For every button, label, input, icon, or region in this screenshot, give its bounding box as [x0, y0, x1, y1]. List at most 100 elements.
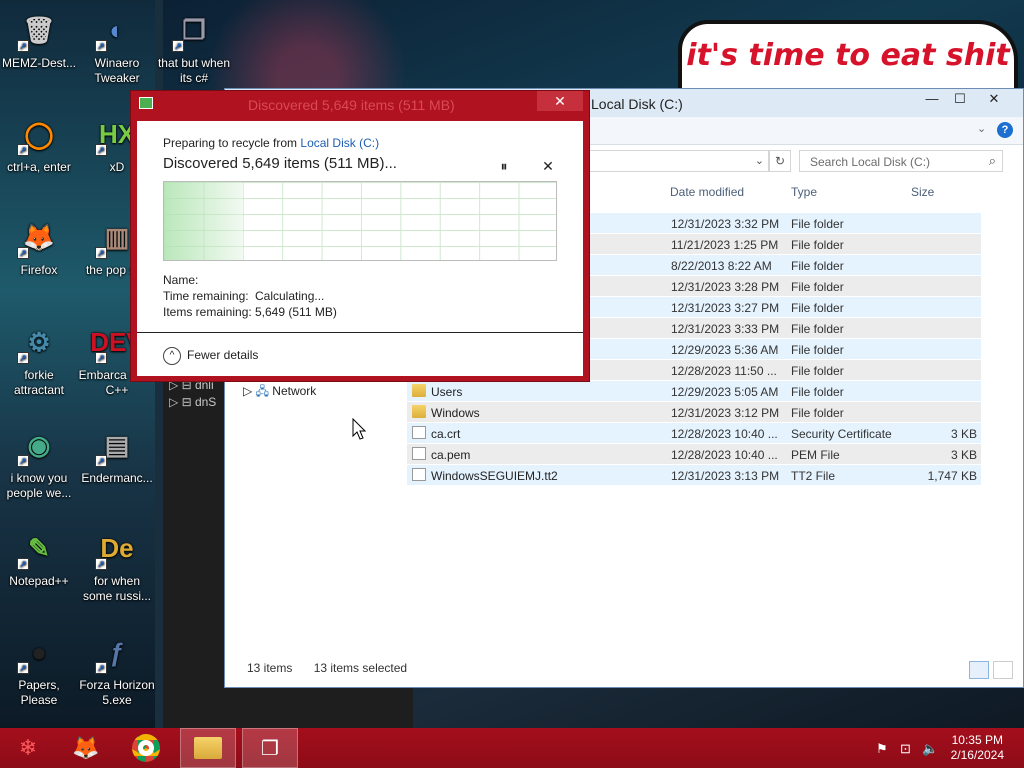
file-name: ca.pem: [431, 448, 471, 462]
pause-icon[interactable]: ⏸: [495, 157, 513, 175]
file-icon: [412, 447, 426, 460]
shortcut-arrow-icon: ↗: [95, 558, 107, 570]
flag-icon[interactable]: ⚑: [876, 741, 888, 757]
file-date: 12/31/2023 3:28 PM: [671, 280, 780, 294]
file-type: PEM File: [791, 448, 840, 462]
file-date: 12/31/2023 3:33 PM: [671, 322, 780, 336]
nav-network[interactable]: ▷ 🖧 Network: [243, 382, 316, 403]
details-view-button[interactable]: [969, 661, 989, 679]
source-link[interactable]: Local Disk (C:): [300, 136, 379, 150]
file-date: 12/29/2023 5:05 AM: [671, 385, 779, 399]
cancel-icon[interactable]: ✕: [539, 157, 557, 175]
file-name: Windows: [431, 406, 480, 420]
file-date: 12/31/2023 3:27 PM: [671, 301, 780, 315]
file-type: File folder: [791, 385, 844, 399]
col-date-modified[interactable]: Date modified: [670, 185, 744, 199]
shortcut-arrow-icon: ↗: [17, 144, 29, 156]
forkie-icon: ⚙ ↗: [17, 320, 61, 364]
desktop-icon[interactable]: ▤ ↗ Endermanc...: [78, 423, 156, 486]
chevron-down-icon[interactable]: ⌄: [755, 154, 764, 167]
taskbar-firefox[interactable]: 🦊: [58, 728, 114, 768]
meme-sign: it's time to eat shit: [678, 20, 1018, 95]
desktop-icon[interactable]: ● ↗ Papers, Please: [0, 630, 78, 708]
file-name: ca.crt: [431, 427, 461, 441]
clock[interactable]: 10:35 PM 2/16/2024: [951, 733, 1004, 763]
close-button[interactable]: ✕: [979, 89, 1009, 111]
desktop-icon[interactable]: ⚙ ↗ forkie attractant: [0, 320, 78, 398]
desktop-icon-label: i know you people we...: [6, 471, 72, 500]
file-date: 11/21/2023 1:25 PM: [671, 238, 779, 252]
desktop-icon-label: Endermanc...: [81, 471, 153, 485]
dialog-title: Discovered 5,649 items (511 MB): [248, 97, 455, 113]
firefox-icon: 🦊 ↗: [17, 215, 61, 259]
start-button[interactable]: ❄: [0, 728, 56, 768]
file-icon: [412, 468, 426, 481]
col-size[interactable]: Size: [911, 185, 934, 199]
desktop-icon[interactable]: ◯ ↗ ctrl+a, enter: [0, 112, 78, 175]
file-type: File folder: [791, 322, 844, 336]
progress-fill: [164, 182, 243, 260]
name-row: Name:: [163, 273, 199, 287]
start-icon: ❄: [18, 735, 38, 760]
file-row[interactable]: ca.crt 12/28/2023 10:40 ... Security Certi…: [407, 423, 981, 444]
taskbar: ❄ 🦊 ❐ ⚑ ⊡ 🔈 10:35 PM 2/16/2024: [0, 728, 1024, 768]
file-row[interactable]: WindowsSEGUIEMJ.tt2 12/31/2023 3:13 PM TT2…: [407, 465, 981, 486]
mouse-cursor-icon: [352, 418, 366, 440]
firefox-icon: 🦊: [72, 735, 100, 760]
desktop-icon[interactable]: ❐ ↗ that but when its c#: [155, 8, 233, 86]
col-type[interactable]: Type: [791, 185, 817, 199]
file-row[interactable]: Windows 12/31/2023 3:12 PM File folder: [407, 402, 981, 423]
status-bar: 13 items 13 items selected: [247, 661, 407, 675]
dialog-close-button[interactable]: ✕: [537, 91, 583, 111]
taskbar-explorer[interactable]: [180, 728, 236, 768]
search-input[interactable]: Search Local Disk (C:) ⌕: [799, 150, 1003, 172]
chrome-icon: ◉ ↗: [17, 423, 61, 467]
tree-row[interactable]: ▷ ⊟ dnS: [169, 395, 216, 409]
shortcut-arrow-icon: ↗: [95, 662, 107, 674]
help-icon[interactable]: ?: [997, 122, 1013, 138]
shortcut-arrow-icon: ↗: [95, 40, 107, 52]
taskbar-copy-dialog[interactable]: ❐: [242, 728, 298, 768]
file-type: File folder: [791, 301, 844, 315]
desktop-icon-label: that but when its c#: [157, 56, 231, 85]
large-icons-view-button[interactable]: [993, 661, 1013, 679]
dialog-titlebar[interactable]: Discovered 5,649 items (511 MB) ✕: [131, 91, 589, 117]
copy-icon: ❐: [261, 737, 279, 760]
papers-icon: ● ↗: [17, 630, 61, 674]
file-row[interactable]: Users 12/29/2023 5:05 AM File folder: [407, 381, 981, 402]
search-placeholder: Search Local Disk (C:): [810, 155, 931, 169]
dialog-body: Preparing to recycle from Local Disk (C:…: [137, 121, 583, 376]
file-size: 1,747 KB: [927, 469, 977, 483]
file-date: 12/28/2023 10:40 ...: [671, 448, 778, 462]
file-size: 3 KB: [950, 448, 977, 462]
fewer-details-button[interactable]: ^ Fewer details: [163, 347, 258, 365]
desktop-icon[interactable]: ◐ ↗ Winaero Tweaker: [78, 8, 156, 86]
desktop-icon[interactable]: ƒ ↗ Forza Horizon 5.exe: [78, 630, 156, 708]
refresh-icon[interactable]: ↻: [769, 150, 791, 172]
desktop-icon-label: forkie attractant: [13, 368, 65, 397]
clock-date: 2/16/2024: [950, 748, 1004, 762]
desktop-icon-label: MEMZ-Dest...: [2, 56, 76, 70]
copy-icon: ❐ ↗: [172, 8, 216, 52]
enderman-icon: ▤ ↗: [95, 423, 139, 467]
network-icon[interactable]: ⊡: [900, 741, 911, 757]
desktop-icon[interactable]: 🦊 ↗ Firefox: [0, 215, 78, 278]
maximize-button[interactable]: ☐: [945, 89, 975, 111]
recycle-progress-dialog: Discovered 5,649 items (511 MB) ✕ Prepar…: [130, 90, 590, 382]
minimize-button[interactable]: —: [917, 89, 947, 111]
file-type: File folder: [791, 364, 844, 378]
desktop-icon[interactable]: ✎ ↗ Notepad++: [0, 526, 78, 589]
file-date: 12/28/2023 11:50 ...: [671, 364, 777, 378]
taskbar-chrome[interactable]: [118, 728, 174, 768]
chevron-down-icon[interactable]: ⌄: [977, 122, 986, 135]
recycle-icon: [139, 97, 153, 109]
desktop-icon[interactable]: 🗑 ↗ MEMZ-Dest...: [0, 8, 78, 71]
search-icon: ⌕: [988, 153, 996, 168]
progress-graph: [163, 181, 557, 261]
file-row[interactable]: ca.pem 12/28/2023 10:40 ... PEM File 3 KB: [407, 444, 981, 465]
desktop-icon[interactable]: De ↗ for when some russi...: [78, 526, 156, 604]
volume-icon[interactable]: 🔈: [922, 741, 938, 757]
desktop-icon[interactable]: ◉ ↗ i know you people we...: [0, 423, 78, 501]
file-date: 12/31/2023 3:12 PM: [671, 406, 780, 420]
file-name: WindowsSEGUIEMJ.tt2: [431, 469, 558, 483]
